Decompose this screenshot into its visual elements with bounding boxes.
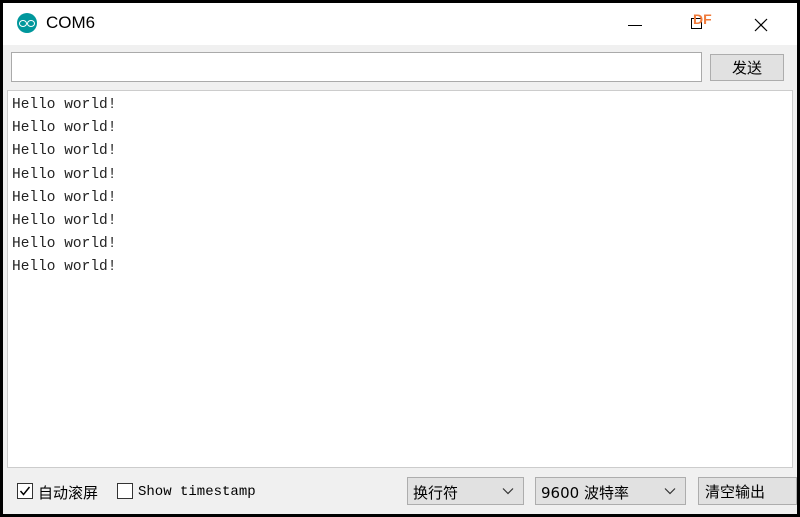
- autoscroll-checkbox[interactable]: [17, 483, 33, 499]
- close-button[interactable]: [741, 9, 781, 39]
- chevron-down-icon: [502, 488, 514, 495]
- timestamp-label[interactable]: Show timestamp: [138, 484, 256, 500]
- line-ending-value: 换行符: [413, 484, 459, 502]
- arduino-icon: [17, 13, 37, 33]
- baud-rate-select[interactable]: 9600 波特率: [535, 477, 686, 505]
- checkmark-icon: [19, 486, 31, 496]
- output-line: Hello world!: [12, 236, 117, 253]
- minimize-icon: [628, 25, 642, 26]
- output-line: Hello world!: [12, 143, 117, 160]
- autoscroll-label[interactable]: 自动滚屏: [38, 482, 98, 503]
- watermark-logo: DF: [693, 11, 712, 27]
- baud-rate-value: 9600 波特率: [541, 484, 629, 502]
- output-line: Hello world!: [12, 212, 117, 229]
- send-input[interactable]: [11, 52, 702, 82]
- output-line: Hello world!: [12, 189, 117, 206]
- serial-output[interactable]: Hello world! Hello world! Hello world! H…: [7, 90, 793, 468]
- clear-output-button[interactable]: 清空输出: [698, 477, 797, 505]
- line-ending-select[interactable]: 换行符: [407, 477, 524, 505]
- title-bar[interactable]: COM6 DF: [3, 3, 797, 45]
- minimize-button[interactable]: [615, 9, 655, 39]
- output-line: Hello world!: [12, 259, 117, 276]
- timestamp-checkbox[interactable]: [117, 483, 133, 499]
- send-bar: 发送: [3, 45, 797, 91]
- send-button[interactable]: 发送: [710, 54, 784, 81]
- close-icon: [754, 18, 768, 32]
- output-line: Hello world!: [12, 120, 117, 137]
- status-bar: 自动滚屏 Show timestamp 换行符 9600 波特率 清空输出: [3, 469, 797, 514]
- output-line: Hello world!: [12, 166, 117, 183]
- output-line: Hello world!: [12, 97, 117, 113]
- chevron-down-icon: [664, 488, 676, 495]
- serial-monitor-window: COM6 DF 发送 Hello world! Hello world! Hel…: [3, 3, 797, 514]
- window-title: COM6: [46, 13, 96, 32]
